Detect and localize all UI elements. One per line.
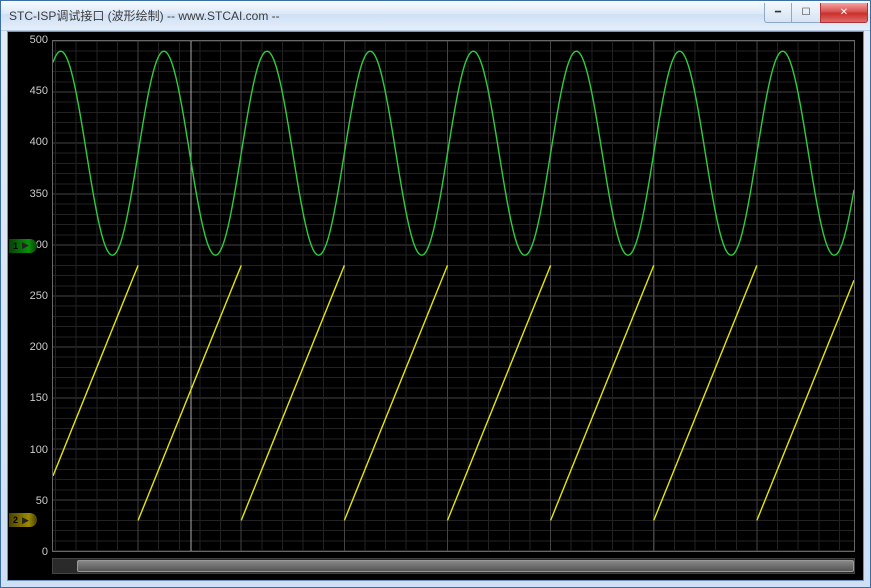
plot-area[interactable]	[52, 40, 855, 552]
y-tick-label: 0	[42, 546, 48, 558]
series-ch2_sawtooth	[344, 265, 447, 520]
window-controls: ━ ☐ ✕	[765, 3, 868, 23]
close-button[interactable]: ✕	[820, 3, 868, 23]
series-ch2_sawtooth	[138, 265, 241, 520]
channel-marker-2[interactable]: 2▶	[9, 513, 37, 527]
window-title: STC-ISP调试接口 (波形绘制) -- www.STCAI.com --	[9, 7, 765, 24]
series-ch2_sawtooth	[551, 265, 654, 520]
minimize-button[interactable]: ━	[764, 3, 792, 23]
y-tick-label: 200	[30, 341, 48, 353]
arrow-right-icon: ▶	[22, 240, 29, 251]
titlebar[interactable]: STC-ISP调试接口 (波形绘制) -- www.STCAI.com -- ━…	[1, 1, 870, 31]
y-tick-label: 400	[30, 136, 48, 148]
series-ch2_sawtooth	[53, 265, 138, 475]
y-tick-label: 100	[30, 444, 48, 456]
series-ch2_sawtooth	[447, 265, 550, 520]
y-tick-label: 150	[30, 392, 48, 404]
channel-marker-1[interactable]: 1▶	[9, 239, 37, 253]
y-tick-label: 250	[30, 290, 48, 302]
plot-svg	[53, 41, 854, 551]
maximize-button[interactable]: ☐	[791, 3, 821, 23]
window: STC-ISP调试接口 (波形绘制) -- www.STCAI.com -- ━…	[0, 0, 871, 588]
y-tick-label: 350	[30, 188, 48, 200]
channel-marker-index: 1	[13, 241, 18, 251]
horizontal-scrollbar[interactable]	[52, 558, 855, 574]
y-tick-label: 50	[36, 495, 48, 507]
y-tick-label: 500	[30, 34, 48, 46]
client-area: 050100150200250300350400450500 1▶2▶	[7, 31, 864, 581]
channel-marker-index: 2	[13, 515, 18, 525]
y-axis: 050100150200250300350400450500	[8, 40, 52, 552]
arrow-right-icon: ▶	[22, 515, 29, 526]
y-tick-label: 450	[30, 85, 48, 97]
series-ch2_sawtooth	[654, 265, 757, 520]
scrollbar-thumb[interactable]	[77, 560, 854, 572]
series-ch2_sawtooth	[241, 265, 344, 520]
